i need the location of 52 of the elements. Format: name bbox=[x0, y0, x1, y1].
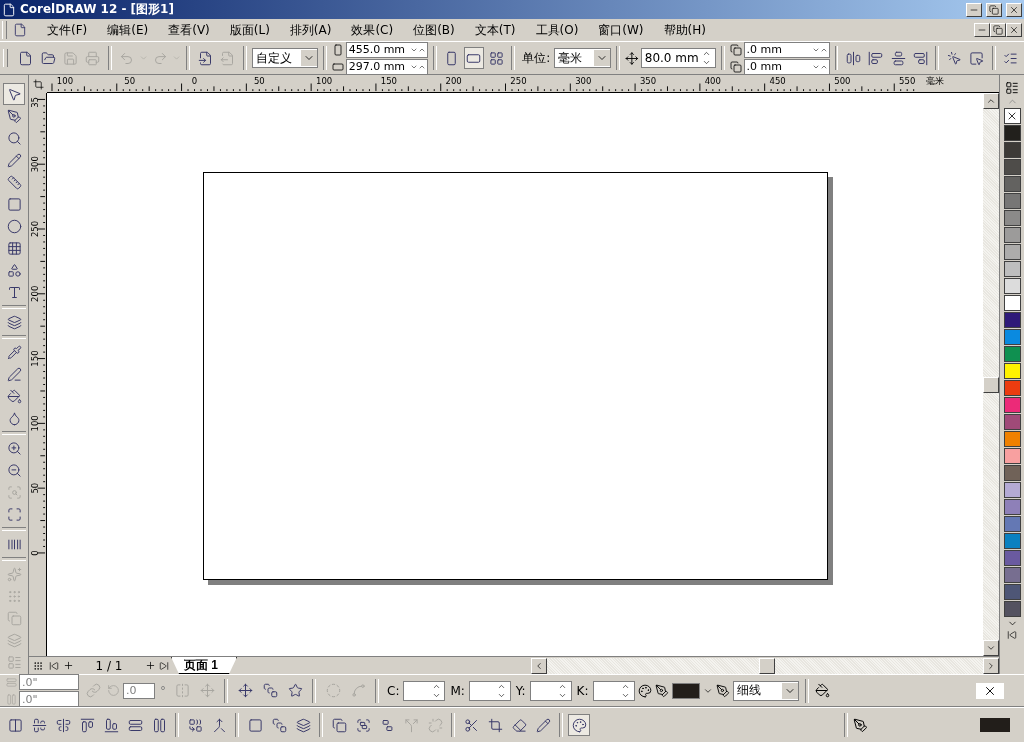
unit-label: 毫米 bbox=[926, 75, 945, 87]
rotation-field[interactable]: .0 bbox=[123, 682, 155, 699]
menu-item[interactable]: 文本(T) bbox=[464, 21, 526, 39]
menu-item[interactable]: 文件(F) bbox=[37, 21, 98, 39]
menu-item[interactable]: 窗口(W) bbox=[588, 21, 654, 39]
ruler-label: 250 bbox=[29, 220, 40, 238]
y-position-field[interactable]: .0" bbox=[19, 691, 79, 707]
channel-label: K: bbox=[575, 683, 590, 698]
ruler-label: 35 bbox=[29, 97, 40, 108]
ruler-label: 400 bbox=[704, 75, 721, 86]
menu-item[interactable]: 效果(C) bbox=[341, 21, 404, 39]
ruler-label: 50 bbox=[124, 75, 136, 86]
menu-item[interactable]: 位图(B) bbox=[403, 21, 465, 39]
units-label: 单位: bbox=[521, 49, 552, 67]
menu-item[interactable]: 查看(V) bbox=[158, 21, 220, 39]
page-preset-dropdown[interactable]: 自定义 bbox=[251, 48, 318, 68]
ruler-label: 50 bbox=[253, 75, 265, 86]
ruler-label: 0 bbox=[191, 75, 198, 86]
units-dropdown[interactable]: 毫米 bbox=[554, 48, 612, 68]
ruler-label: 250 bbox=[510, 75, 527, 86]
menu-item[interactable]: 版面(L) bbox=[219, 21, 280, 39]
page-tab[interactable]: 页面 1 bbox=[171, 657, 237, 674]
page-counter: 1 / 1 bbox=[94, 658, 124, 673]
ruler-label: 550 bbox=[899, 75, 916, 86]
channel-label: C: bbox=[386, 683, 401, 698]
ruler-label: 300 bbox=[575, 75, 592, 86]
nudge-field[interactable]: 80.0 mm bbox=[640, 48, 716, 68]
ruler-label: 500 bbox=[834, 75, 851, 86]
ruler-label: 350 bbox=[639, 75, 657, 86]
degree-label: ° bbox=[159, 683, 167, 698]
menu-item[interactable]: 编辑(E) bbox=[97, 21, 159, 39]
menu-item[interactable]: 工具(O) bbox=[525, 21, 589, 39]
ruler-label: 100 bbox=[56, 75, 74, 86]
outline-width-dropdown[interactable]: 细线 bbox=[732, 680, 799, 701]
ruler-label: 200 bbox=[445, 75, 462, 86]
ruler-label: 200 bbox=[29, 285, 40, 302]
channel-label: Y: bbox=[514, 683, 527, 698]
ruler-label: 300 bbox=[29, 156, 40, 173]
ruler-label: 450 bbox=[769, 75, 786, 86]
ruler-label: 100 bbox=[29, 415, 40, 432]
ruler-label: 50 bbox=[29, 482, 40, 494]
window-title: CorelDRAW 12 - [图形1] bbox=[20, 1, 175, 18]
channel-label: M: bbox=[449, 683, 466, 698]
duplicate-y-field[interactable]: .0 mm bbox=[743, 58, 830, 75]
menu-item[interactable]: 排列(A) bbox=[279, 21, 342, 39]
ruler-label: 100 bbox=[316, 75, 333, 86]
page-height-field[interactable]: 297.0 mm bbox=[345, 58, 428, 75]
x-position-field[interactable]: .0" bbox=[19, 674, 79, 690]
ruler-label: 150 bbox=[380, 75, 397, 86]
ruler-label: 0 bbox=[29, 550, 40, 556]
menu-item[interactable]: 帮助(H) bbox=[653, 21, 716, 39]
ruler-label: 150 bbox=[29, 350, 40, 367]
